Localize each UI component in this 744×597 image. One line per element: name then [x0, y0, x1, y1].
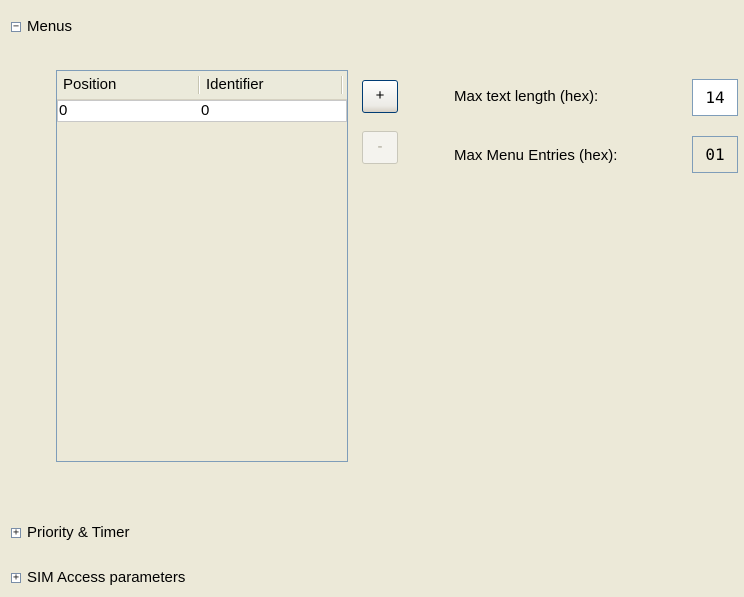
table-row[interactable]: 0 0: [57, 100, 347, 122]
sim-access-section-label: SIM Access parameters: [27, 569, 186, 586]
remove-row-button[interactable]: -: [362, 131, 398, 164]
cell-position[interactable]: 0: [59, 101, 199, 121]
priority-timer-section-label: Priority & Timer: [27, 524, 130, 541]
table-header: Position Identifier: [57, 71, 347, 100]
menus-collapse-toggle[interactable]: −: [11, 22, 21, 32]
column-header-identifier[interactable]: Identifier: [200, 75, 346, 95]
sim-access-expand-toggle[interactable]: +: [11, 573, 21, 583]
menu-table[interactable]: Position Identifier 0 0: [56, 70, 348, 462]
add-row-button[interactable]: +: [362, 80, 398, 113]
menus-section-label: Menus: [27, 18, 73, 35]
max-menu-entries-label: Max Menu Entries (hex):: [454, 147, 618, 164]
cell-identifier[interactable]: 0: [201, 101, 341, 121]
max-menu-entries-field: 01: [692, 136, 738, 173]
max-text-length-label: Max text length (hex):: [454, 88, 599, 105]
max-text-length-field[interactable]: 14: [692, 79, 738, 116]
priority-timer-expand-toggle[interactable]: +: [11, 528, 21, 538]
column-header-position[interactable]: Position: [57, 75, 203, 95]
